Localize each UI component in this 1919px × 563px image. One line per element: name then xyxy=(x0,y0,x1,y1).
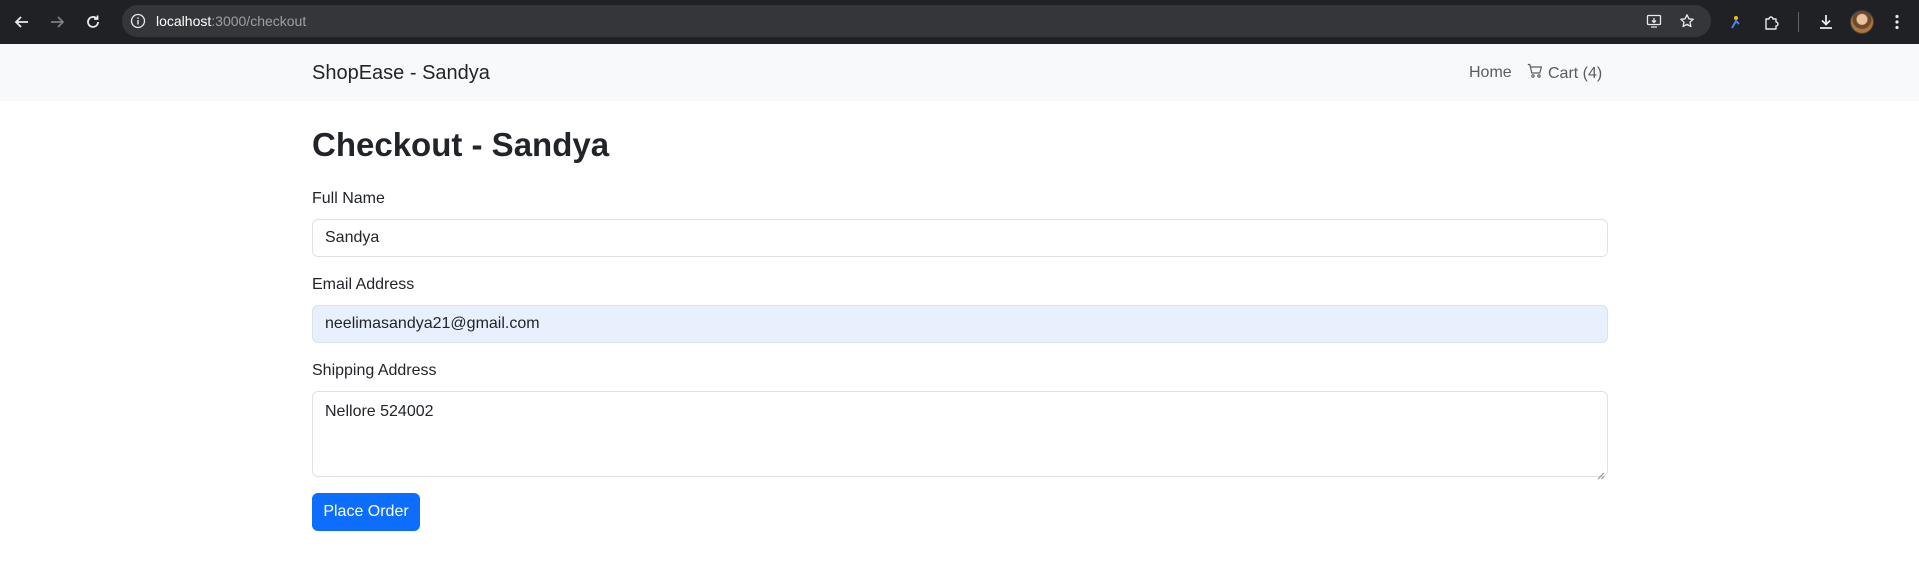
install-app-icon[interactable] xyxy=(1646,13,1662,29)
brand-link[interactable]: ShopEase - Sandya xyxy=(312,61,490,85)
shipping-address-textarea[interactable]: Nellore 524002 xyxy=(312,391,1608,480)
url-text: localhost:3000/checkout xyxy=(156,13,306,29)
email-label: Email Address xyxy=(312,276,415,293)
nav-home-link[interactable]: Home xyxy=(1469,63,1512,83)
resize-grip-icon[interactable] xyxy=(1597,466,1605,480)
browser-toolbar: localhost:3000/checkout xyxy=(0,0,1919,44)
extension-pin-icon[interactable] xyxy=(1724,11,1746,33)
cart-icon xyxy=(1527,63,1543,85)
cart-label: Cart (4) xyxy=(1548,65,1603,82)
toolbar-divider xyxy=(1798,12,1799,32)
shipping-address-value: Nellore 524002 xyxy=(325,403,434,420)
forward-arrow-icon[interactable] xyxy=(46,11,68,33)
more-menu-icon[interactable] xyxy=(1886,11,1908,33)
reload-icon[interactable] xyxy=(82,11,104,33)
site-navbar: ShopEase - Sandya Home Cart (4) xyxy=(0,44,1919,101)
extension-puzzle-icon[interactable] xyxy=(1761,11,1783,33)
address-bar[interactable]: localhost:3000/checkout xyxy=(122,5,1711,37)
full-name-label: Full Name xyxy=(312,190,385,207)
place-order-button[interactable]: Place Order xyxy=(312,493,420,531)
url-host: localhost xyxy=(156,13,212,29)
profile-avatar[interactable] xyxy=(1850,10,1874,34)
full-name-input[interactable]: Sandya xyxy=(312,219,1608,257)
url-path: :3000/checkout xyxy=(211,13,307,29)
page-title: Checkout - Sandya xyxy=(312,126,610,163)
nav-cart-link[interactable]: Cart (4) xyxy=(1527,63,1602,85)
back-arrow-icon[interactable] xyxy=(11,11,33,33)
bookmark-star-icon[interactable] xyxy=(1679,13,1695,29)
site-info-icon[interactable] xyxy=(130,13,146,29)
download-icon[interactable] xyxy=(1815,11,1837,33)
shipping-address-label: Shipping Address xyxy=(312,362,437,379)
email-input[interactable]: neelimasandya21@gmail.com xyxy=(312,305,1608,343)
